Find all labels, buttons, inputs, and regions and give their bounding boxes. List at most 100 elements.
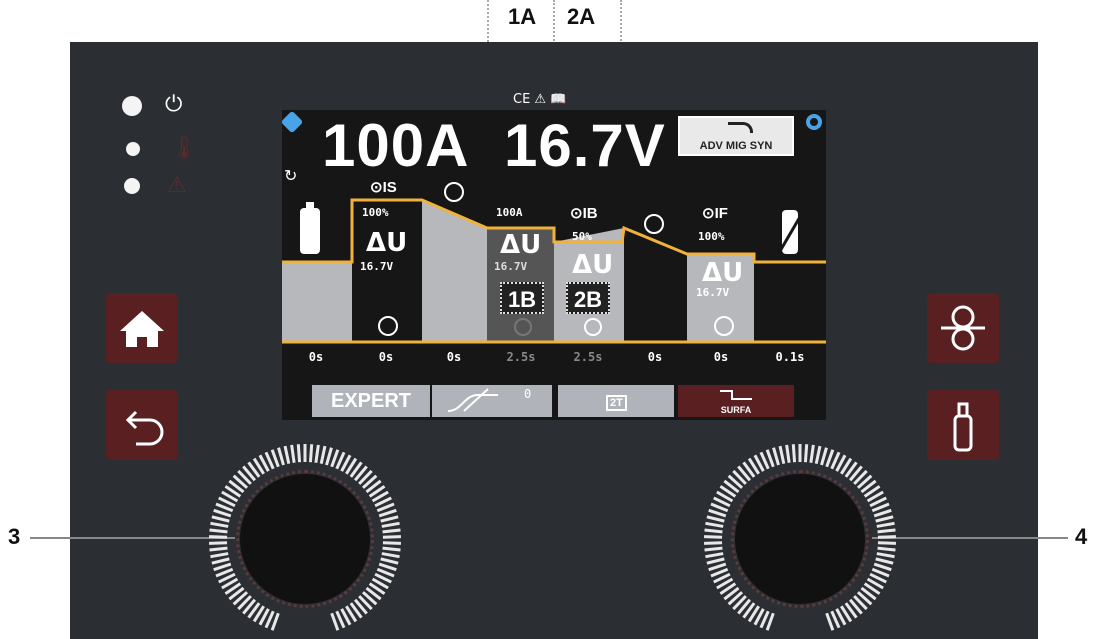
right-knob-ring: [731, 470, 869, 608]
scale-tick: [382, 528, 401, 534]
wire-feed-button[interactable]: [927, 293, 999, 363]
if-voltage: 16.7V: [696, 286, 730, 299]
scale-tick: [381, 521, 400, 528]
gas-button[interactable]: [927, 390, 999, 460]
scale-tick: [283, 445, 291, 465]
power-led: [122, 96, 142, 116]
lcd-screen: ↻ 100A 16.7V ADV MIG SYN ⊙IS 100% ΔU 16.…: [282, 110, 826, 420]
is-voltage: 16.7V: [360, 260, 394, 273]
scale-tick: [209, 546, 228, 552]
scale-tick: [803, 444, 809, 463]
scale-tick: [873, 508, 892, 518]
scale-tick: [210, 521, 229, 528]
scale-tick: [705, 521, 724, 528]
surfa-label: SURFA: [720, 405, 752, 415]
tab-expert-label: EXPERT: [330, 390, 412, 412]
scale-tick: [270, 612, 280, 631]
mid-delta-u: ΔU: [500, 230, 542, 260]
scale-tick: [772, 447, 780, 466]
scale-tick: [706, 557, 725, 565]
scale-tick: [809, 444, 815, 463]
tag-1b: 1B: [500, 282, 544, 314]
scale-tick: [213, 562, 232, 572]
is-delta-u: ΔU: [366, 228, 408, 258]
scale-tick: [820, 447, 828, 466]
tag-2b: 2B: [566, 282, 610, 314]
scale-tick: [704, 528, 723, 534]
timing-cell[interactable]: 2.5s: [554, 350, 622, 364]
is-percent: 100%: [362, 206, 389, 219]
scale-tick: [705, 552, 724, 559]
timing-cell[interactable]: 2.5s: [488, 350, 554, 364]
scale-tick: [382, 535, 401, 539]
clock-icon: [514, 318, 532, 336]
clock-icon: [378, 316, 398, 336]
callout-2a: 2A: [567, 4, 596, 29]
tab-expert[interactable]: EXPERT: [312, 385, 430, 417]
scale-tick: [330, 449, 340, 468]
scale-tick: [209, 541, 228, 545]
timing-cell[interactable]: 0s: [420, 350, 488, 364]
callout-4: 4: [1075, 524, 1088, 549]
scale-tick: [314, 444, 320, 463]
scale-tick: [381, 552, 400, 559]
callout-1a: 1A: [508, 4, 537, 29]
scale-tick: [704, 535, 723, 539]
scale-tick: [875, 557, 894, 565]
scale-tick: [319, 445, 327, 465]
scale-tick: [708, 562, 727, 572]
gas-bottle-icon: [953, 402, 973, 452]
scale-tick: [382, 546, 401, 552]
if-percent: 100%: [698, 230, 725, 243]
back-arrow-icon: [125, 410, 164, 446]
scale-tick: [877, 546, 896, 552]
scale-tick: [765, 612, 775, 631]
scale-tick: [825, 449, 835, 468]
callout-3: 3: [8, 524, 21, 549]
home-button[interactable]: [106, 293, 178, 363]
scale-tick: [380, 557, 399, 565]
scale-tick: [380, 515, 399, 523]
home-icon: [120, 311, 164, 347]
power-icon: ⏻: [165, 92, 183, 117]
waveform: [282, 198, 826, 344]
if-delta-u: ΔU: [702, 258, 744, 288]
warning-led: [124, 178, 140, 194]
if-label: ⊙IF: [702, 205, 728, 222]
scale-tick: [876, 521, 895, 528]
ib-delta-u: ΔU: [572, 250, 614, 280]
clock-icon: [644, 214, 664, 234]
scale-tick: [877, 528, 896, 534]
scale-tick: [296, 444, 302, 463]
timing-cell[interactable]: 0s: [622, 350, 688, 364]
tab-surfa[interactable]: SURFA: [678, 385, 794, 417]
scale-tick: [875, 515, 894, 523]
scale-tick: [704, 541, 723, 545]
scale-tick: [270, 449, 280, 468]
wire-feed-icon: [941, 305, 985, 351]
scale-tick: [873, 562, 892, 572]
back-button[interactable]: [106, 390, 178, 460]
scale-tick: [210, 552, 229, 559]
scale-tick: [382, 541, 401, 545]
scale-tick: [877, 535, 896, 539]
timing-cell[interactable]: 0s: [282, 350, 350, 364]
scale-tick: [785, 444, 791, 463]
clock-icon: [584, 318, 602, 336]
scale-tick: [213, 508, 232, 518]
scale-tick: [708, 508, 727, 518]
tab-trigger[interactable]: 2T: [558, 385, 674, 417]
timing-cell[interactable]: 0.1s: [754, 350, 826, 364]
thermal-led: [126, 142, 140, 156]
scale-tick: [825, 612, 835, 631]
slope-icon: [447, 388, 498, 412]
ib-percent: 50%: [572, 230, 592, 243]
tab-slope[interactable]: 0: [432, 385, 552, 417]
trigger-label: 2T: [606, 395, 627, 411]
scale-tick: [211, 557, 230, 565]
scale-tick: [876, 552, 895, 559]
scale-tick: [706, 515, 725, 523]
timing-cell[interactable]: 0s: [688, 350, 754, 364]
left-knob-ring: [236, 470, 374, 608]
timing-cell[interactable]: 0s: [352, 350, 420, 364]
